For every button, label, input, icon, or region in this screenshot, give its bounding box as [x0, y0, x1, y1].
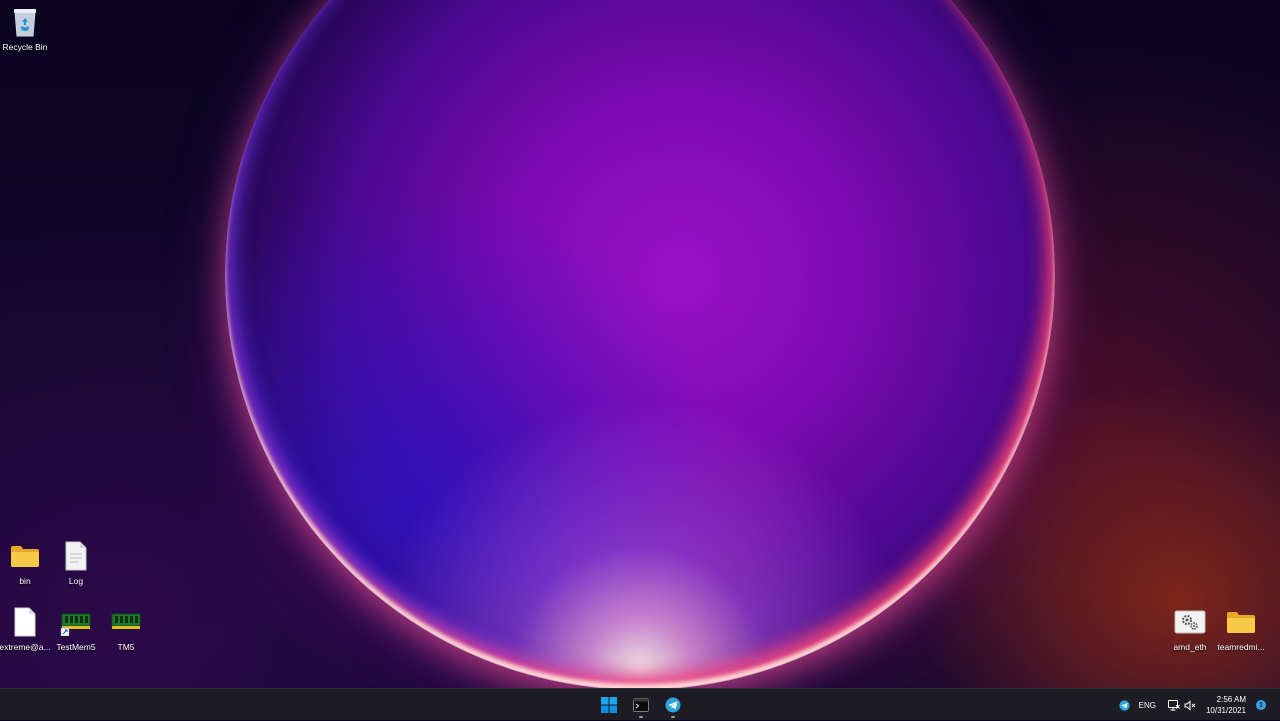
desktop-icon-tm5[interactable]: TM5 — [94, 605, 158, 665]
terminal-icon — [633, 698, 649, 712]
recycle-bin-icon — [8, 5, 42, 39]
start-button[interactable] — [595, 691, 623, 719]
desktop-icon-log[interactable]: Log — [44, 539, 108, 599]
ram-module-icon — [109, 605, 143, 639]
desktop-icon-label: Recycle Bin — [2, 42, 48, 52]
clock-time: 2:56 AM — [1216, 695, 1246, 704]
desktop-wallpaper — [0, 0, 1280, 688]
ram-module-shortcut-icon — [59, 605, 93, 639]
taskbar: ENG 2:56 AM 10/31/2021 1 — [0, 688, 1280, 720]
windows-logo-icon — [601, 697, 617, 713]
running-indicator — [639, 716, 643, 718]
desktop-icon-teamredminer-folder[interactable]: teamredmi... — [1209, 605, 1273, 665]
desktop-icon-label: teamredmi... — [1217, 642, 1265, 652]
notification-badge[interactable]: 1 — [1256, 700, 1266, 710]
text-file-icon — [59, 539, 93, 573]
telegram-icon — [665, 697, 681, 713]
clock-date: 10/31/2021 — [1205, 706, 1246, 715]
clock[interactable]: 2:56 AM 10/31/2021 — [1206, 694, 1246, 716]
tray-telegram-icon[interactable] — [1117, 699, 1133, 711]
taskbar-pinned-apps — [595, 689, 687, 721]
desktop-icon-label: TM5 — [117, 642, 135, 652]
config-settings-icon — [1173, 605, 1207, 639]
volume-muted-icon[interactable] — [1182, 699, 1198, 711]
blank-file-icon — [8, 605, 42, 639]
taskbar-telegram-button[interactable] — [659, 691, 687, 719]
folder-icon — [8, 539, 42, 573]
input-language-indicator[interactable]: ENG — [1139, 701, 1156, 710]
system-tray: ENG 2:56 AM 10/31/2021 1 — [1117, 689, 1280, 721]
folder-icon — [1224, 605, 1258, 639]
desktop-icon-label: Log — [68, 576, 84, 586]
taskbar-terminal-button[interactable] — [627, 691, 655, 719]
running-indicator — [671, 716, 675, 718]
network-icon[interactable] — [1166, 699, 1182, 711]
desktop-icon-recycle-bin[interactable]: Recycle Bin — [0, 5, 57, 65]
